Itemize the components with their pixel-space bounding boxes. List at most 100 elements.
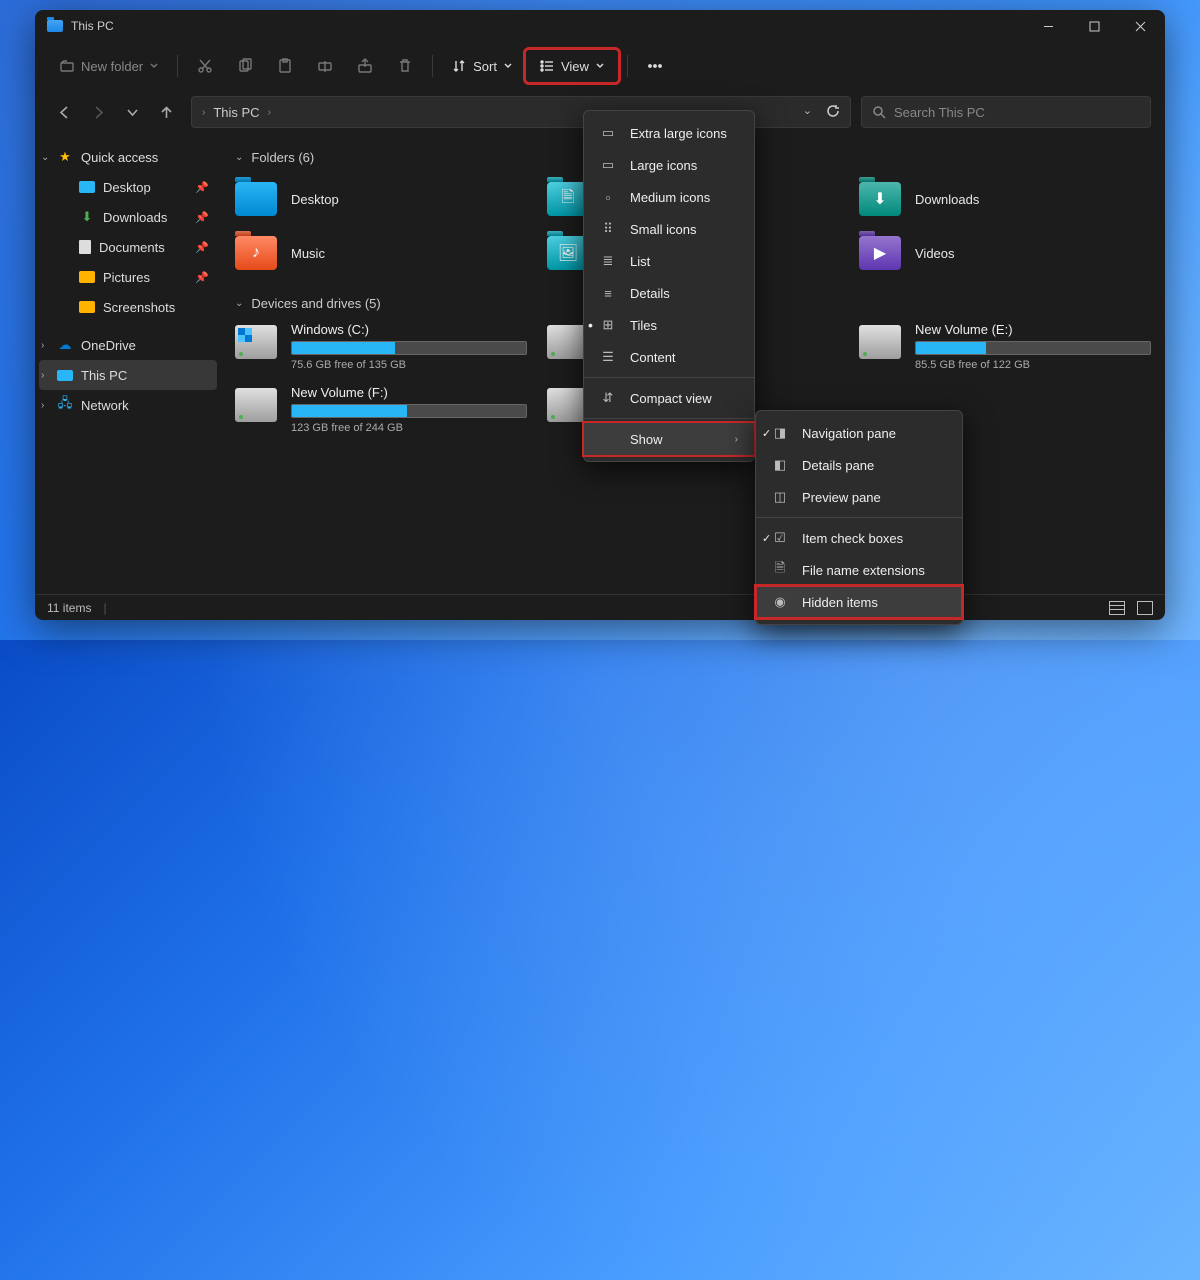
pin-icon: 📌 — [195, 271, 209, 284]
sidebar-item-pictures[interactable]: Pictures📌 — [39, 262, 217, 292]
menu-compact-view[interactable]: ⇵Compact view — [584, 382, 754, 414]
tiles-view-toggle[interactable] — [1137, 601, 1153, 615]
new-folder-icon — [59, 58, 75, 74]
document-icon — [79, 240, 91, 254]
sidebar-this-pc[interactable]: › This PC — [39, 360, 217, 390]
rename-button[interactable] — [306, 49, 344, 83]
refresh-button[interactable] — [826, 104, 840, 121]
sidebar-onedrive[interactable]: › ☁ OneDrive — [39, 330, 217, 360]
pin-icon: 📌 — [195, 211, 209, 224]
menu-preview-pane[interactable]: ◫Preview pane — [756, 481, 962, 513]
folder-icon: ⬇ — [859, 182, 901, 216]
pane-icon: ◨ — [772, 425, 788, 441]
sidebar-item-downloads[interactable]: ⬇ Downloads📌 — [39, 202, 217, 232]
compact-icon: ⇵ — [600, 390, 616, 406]
more-button[interactable] — [636, 49, 674, 83]
menu-list[interactable]: ≣List — [584, 245, 754, 277]
menu-small-icons[interactable]: ⠿Small icons — [584, 213, 754, 245]
maximize-button[interactable] — [1071, 10, 1117, 42]
toolbar: New folder Sort View — [35, 42, 1165, 90]
back-button[interactable] — [49, 97, 79, 127]
recent-button[interactable] — [117, 97, 147, 127]
grid-icon: ⠿ — [600, 221, 616, 237]
folder-desktop[interactable]: Desktop — [235, 176, 527, 222]
status-bar: 11 items | — [35, 594, 1165, 620]
sidebar-item-desktop[interactable]: Desktop📌 — [39, 172, 217, 202]
cut-button[interactable] — [186, 49, 224, 83]
menu-details[interactable]: ≡Details — [584, 277, 754, 309]
pin-icon: 📌 — [195, 241, 209, 254]
list-icon: ≣ — [600, 253, 616, 269]
minimize-button[interactable] — [1025, 10, 1071, 42]
sidebar-item-screenshots[interactable]: Screenshots — [39, 292, 217, 322]
menu-navigation-pane[interactable]: ✓◨Navigation pane — [756, 417, 962, 449]
tiles-icon: ⊞ — [600, 317, 616, 333]
content-icon: ☰ — [600, 349, 616, 365]
search-icon — [872, 105, 886, 119]
breadcrumb[interactable]: › This PC › — [202, 105, 271, 120]
menu-content[interactable]: ☰Content — [584, 341, 754, 373]
folder-music[interactable]: ♪ Music — [235, 230, 527, 276]
download-icon: ⬇ — [79, 209, 95, 225]
network-icon: 🖧 — [57, 397, 73, 413]
share-button[interactable] — [346, 49, 384, 83]
delete-button[interactable] — [386, 49, 424, 83]
sort-button[interactable]: Sort — [441, 49, 523, 83]
copy-button[interactable] — [226, 49, 264, 83]
menu-extra-large-icons[interactable]: ▭Extra large icons — [584, 117, 754, 149]
menu-tiles[interactable]: •⊞Tiles — [584, 309, 754, 341]
folder-downloads[interactable]: ⬇ Downloads — [859, 176, 1151, 222]
sidebar-network[interactable]: › 🖧 Network — [39, 390, 217, 420]
share-icon — [357, 58, 373, 74]
sidebar-item-documents[interactable]: Documents📌 — [39, 232, 217, 262]
pane-icon: ◧ — [772, 457, 788, 473]
cloud-icon: ☁ — [57, 337, 73, 353]
menu-large-icons[interactable]: ▭Large icons — [584, 149, 754, 181]
copy-icon — [237, 58, 253, 74]
menu-item-check-boxes[interactable]: ✓☑Item check boxes — [756, 522, 962, 554]
view-button[interactable]: View — [525, 49, 619, 83]
paste-button[interactable] — [266, 49, 304, 83]
menu-show[interactable]: Show › — [584, 423, 754, 455]
dropdown-icon[interactable]: ⌄ — [803, 104, 812, 121]
folder-icon: ▶ — [859, 236, 901, 270]
titlebar: This PC — [35, 10, 1165, 42]
star-icon: ★ — [57, 149, 73, 165]
chevron-down-icon — [595, 61, 605, 71]
forward-button[interactable] — [83, 97, 113, 127]
new-folder-button[interactable]: New folder — [49, 49, 169, 83]
file-icon: 🗎 — [772, 559, 788, 581]
show-submenu: ✓◨Navigation pane ◧Details pane ◫Preview… — [755, 410, 963, 625]
view-menu: ▭Extra large icons ▭Large icons ▫Medium … — [583, 110, 755, 462]
folder-icon — [79, 301, 95, 313]
pane-icon: ◫ — [772, 489, 788, 505]
drive-new-volume-e[interactable]: New Volume (E:) 85.5 GB free of 122 GB — [859, 322, 1151, 371]
menu-file-name-extensions[interactable]: 🗎File name extensions — [756, 554, 962, 586]
chevron-down-icon — [503, 61, 513, 71]
menu-details-pane[interactable]: ◧Details pane — [756, 449, 962, 481]
menu-hidden-items[interactable]: ◉Hidden items — [756, 586, 962, 618]
search-input[interactable]: Search This PC — [861, 96, 1151, 128]
window-title: This PC — [71, 19, 114, 33]
sidebar-quick-access[interactable]: ⌄ ★ Quick access — [39, 142, 217, 172]
pin-icon: 📌 — [195, 181, 209, 194]
scissors-icon — [197, 58, 213, 74]
folder-videos[interactable]: ▶ Videos — [859, 230, 1151, 276]
details-view-toggle[interactable] — [1109, 601, 1125, 615]
grid-icon: ▭ — [600, 125, 616, 141]
clipboard-icon — [277, 58, 293, 74]
pictures-icon — [79, 271, 95, 283]
checkbox-icon: ☑ — [772, 530, 788, 546]
desktop-icon — [79, 181, 95, 193]
grid-icon: ▫ — [600, 190, 616, 205]
chevron-right-icon: › — [735, 434, 738, 445]
drive-windows-c[interactable]: Windows (C:) 75.6 GB free of 135 GB — [235, 322, 527, 371]
rename-icon — [317, 58, 333, 74]
menu-medium-icons[interactable]: ▫Medium icons — [584, 181, 754, 213]
close-button[interactable] — [1117, 10, 1163, 42]
this-pc-icon — [47, 20, 63, 32]
drive-new-volume-f[interactable]: New Volume (F:) 123 GB free of 244 GB — [235, 385, 527, 434]
grid-icon: ▭ — [600, 157, 616, 173]
folder-icon: ♪ — [235, 236, 277, 270]
up-button[interactable] — [151, 97, 181, 127]
